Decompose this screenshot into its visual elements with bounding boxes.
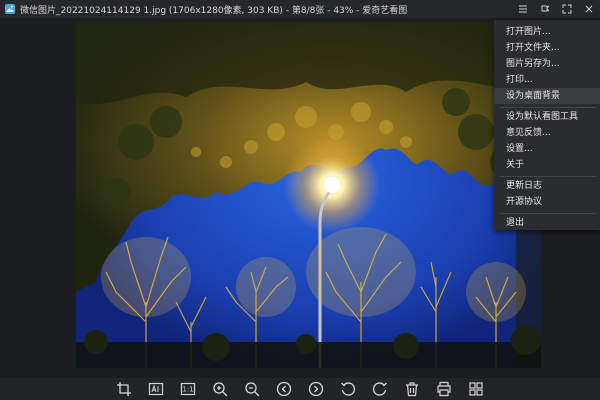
menu-item-exit[interactable]: 退出	[494, 215, 600, 231]
crop-button[interactable]	[112, 379, 136, 399]
next-icon	[308, 381, 324, 397]
rotate-right-button[interactable]	[368, 379, 392, 399]
grid-view-button[interactable]	[464, 379, 488, 399]
menu-button[interactable]	[512, 0, 534, 18]
menu-item-open-folder[interactable]: 打开文件夹...	[494, 40, 600, 56]
text-recognize-icon	[148, 382, 164, 396]
delete-icon	[406, 382, 418, 397]
photo-streetlight-trees[interactable]	[76, 22, 541, 368]
previous-icon	[276, 381, 292, 397]
rotate-left-icon	[341, 382, 356, 396]
close-button[interactable]	[578, 0, 600, 18]
hamburger-menu-icon	[519, 5, 527, 13]
zoom-out-icon	[245, 382, 260, 397]
crop-icon	[117, 382, 131, 396]
fullscreen-icon	[562, 4, 572, 14]
menu-item-settings[interactable]: 设置...	[494, 141, 600, 157]
previous-button[interactable]	[272, 379, 296, 399]
bottom-toolbar: 1:1	[0, 378, 600, 400]
menu-item-license[interactable]: 开源协议	[494, 194, 600, 210]
fullscreen-button[interactable]	[556, 0, 578, 18]
zoom-in-button[interactable]	[208, 379, 232, 399]
zoom-in-icon	[213, 382, 228, 397]
pin-icon	[541, 5, 550, 12]
menu-item-set-wallpaper[interactable]: 设为桌面背景	[494, 88, 600, 104]
app-logo-icon	[5, 4, 15, 14]
menu-separator	[500, 107, 596, 108]
delete-button[interactable]	[400, 379, 424, 399]
menu-item-changelog[interactable]: 更新日志	[494, 178, 600, 194]
window-title: 微信图片_20221024114129 1.jpg (1706x1280像素, …	[20, 5, 408, 16]
menu-item-set-default[interactable]: 设为默认看图工具	[494, 109, 600, 125]
title-bar: 微信图片_20221024114129 1.jpg (1706x1280像素, …	[0, 0, 600, 18]
menu-item-save-as[interactable]: 图片另存为...	[494, 56, 600, 72]
actual-size-button[interactable]: 1:1	[176, 379, 200, 399]
pin-button[interactable]	[534, 0, 556, 18]
close-icon	[585, 5, 593, 13]
rotate-left-button[interactable]	[336, 379, 360, 399]
window-controls	[512, 0, 600, 18]
menu-item-feedback[interactable]: 意见反馈...	[494, 125, 600, 141]
menu-separator	[500, 213, 596, 214]
print-icon	[437, 381, 451, 397]
zoom-out-button[interactable]	[240, 379, 264, 399]
ratio-label: 1:1	[182, 386, 193, 394]
menu-item-open-image[interactable]: 打开图片...	[494, 24, 600, 40]
actual-size-icon: 1:1	[180, 382, 196, 396]
menu-separator	[500, 176, 596, 177]
context-menu: 打开图片... 打开文件夹... 图片另存为... 打印... 设为桌面背景 设…	[494, 20, 600, 230]
print-button[interactable]	[432, 379, 456, 399]
menu-item-about[interactable]: 关于	[494, 157, 600, 173]
menu-item-print[interactable]: 打印...	[494, 72, 600, 88]
grid-view-icon	[469, 382, 483, 396]
next-button[interactable]	[304, 379, 328, 399]
rotate-right-icon	[372, 382, 387, 396]
ocr-button[interactable]	[144, 379, 168, 399]
